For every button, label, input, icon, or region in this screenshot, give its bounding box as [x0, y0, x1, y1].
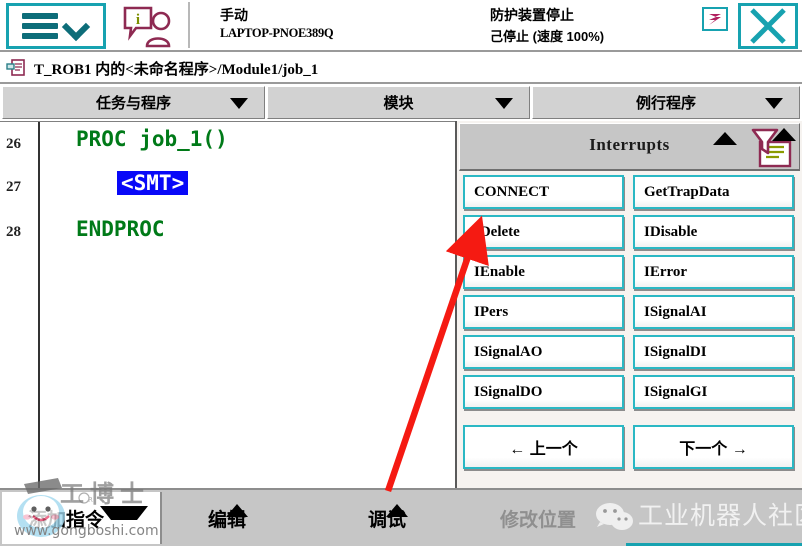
instruction-button-idelete[interactable]: IDelete — [463, 215, 624, 249]
selector-tab-bar: 任务与程序 模块 例行程序 — [0, 86, 802, 120]
instruction-button-isignalao[interactable]: ISignalAO — [463, 335, 624, 369]
info-operator-icon[interactable]: i — [120, 4, 182, 48]
instruction-button-isignaldo[interactable]: ISignalDO — [463, 375, 624, 409]
instruction-category-header[interactable]: Interrupts — [459, 123, 800, 171]
next-page-label: 下一个 → — [679, 441, 748, 458]
instruction-button-ierror[interactable]: IError — [633, 255, 794, 289]
instruction-button-idisable[interactable]: IDisable — [633, 215, 794, 249]
debug-menu-button[interactable]: 调试 — [368, 492, 409, 544]
flexpendant-screen: i 手动 LAPTOP-PNOE389Q 防护装置停止 己停止 (速度 100%… — [0, 0, 802, 546]
tab-routines[interactable]: 例行程序 — [532, 86, 800, 119]
instruction-label: IDelete — [474, 223, 520, 240]
caret-up-icon[interactable] — [772, 128, 796, 141]
title-bar: i 手动 LAPTOP-PNOE389Q 防护装置停止 己停止 (速度 100%… — [0, 0, 802, 52]
instruction-label: ISignalAI — [644, 303, 707, 320]
caret-up-icon[interactable] — [713, 132, 737, 145]
instruction-button-gettrapdata[interactable]: GetTrapData — [633, 175, 794, 209]
tab-label: 模块 — [383, 95, 414, 112]
caret-up-icon — [226, 504, 249, 517]
code-line-proc[interactable]: PROC job_1() — [76, 127, 228, 151]
instruction-label: IPers — [474, 303, 509, 320]
instruction-button-isignalai[interactable]: ISignalAI — [633, 295, 794, 329]
modify-position-button: 修改位置 — [500, 492, 576, 544]
caret-up-icon — [386, 504, 409, 517]
instruction-label: IDisable — [644, 223, 698, 240]
instruction-button-isignalgi[interactable]: ISignalGI — [633, 375, 794, 409]
edit-menu-button[interactable]: 编辑 — [208, 492, 249, 544]
chevron-down-icon — [64, 17, 90, 35]
instruction-label: ISignalDO — [474, 383, 543, 400]
instruction-label: ISignalGI — [644, 383, 708, 400]
instruction-label: ISignalAO — [474, 343, 543, 360]
tab-tasks-and-programs[interactable]: 任务与程序 — [2, 86, 265, 119]
instruction-button-connect[interactable]: CONNECT — [463, 175, 624, 209]
run-state: 己停止 (速度 100%) — [490, 29, 605, 44]
add-instruction-button[interactable]: 添加指令 — [2, 492, 162, 544]
instruction-label: IEnable — [474, 263, 525, 280]
breadcrumb-path: T_ROB1 内的<未命名程序>/Module1/job_1 — [34, 61, 319, 78]
instruction-button-isignaldi[interactable]: ISignalDI — [633, 335, 794, 369]
program-module-icon — [6, 58, 26, 78]
line-number-gutter: 26 27 28 — [0, 122, 40, 488]
task-status-icon[interactable] — [702, 7, 728, 31]
previous-page-button[interactable]: ← 上一个 — [463, 425, 624, 469]
line-number: 26 — [6, 136, 21, 152]
caret-down-icon — [230, 98, 248, 109]
instruction-label: ISignalDI — [644, 343, 707, 360]
tab-label: 例行程序 — [635, 95, 696, 112]
guard-state: 防护装置停止 — [490, 7, 574, 23]
category-title: Interrupts — [589, 135, 670, 154]
operating-mode: 手动 — [220, 7, 248, 23]
caret-down-icon — [765, 98, 783, 109]
caret-down-icon — [100, 506, 148, 520]
main-menu-button[interactable] — [6, 3, 106, 49]
hamburger-menu-icon — [22, 9, 58, 43]
bottom-toolbar: 添加指令 编辑 调试 修改位置 — [0, 488, 802, 546]
previous-page-label: ← 上一个 — [509, 441, 578, 458]
instruction-label: GetTrapData — [644, 183, 730, 200]
line-number: 28 — [6, 224, 21, 240]
instruction-picker-panel: Interrupts CONNECT GetTrapData IDelete I… — [455, 121, 802, 488]
program-code-editor[interactable]: 26 27 28 PROC job_1() <SMT> ENDPROC — [0, 121, 455, 488]
close-icon — [750, 8, 786, 44]
next-page-button[interactable]: 下一个 → — [633, 425, 794, 469]
instruction-button-ipers[interactable]: IPers — [463, 295, 624, 329]
caret-down-icon — [495, 98, 513, 109]
instruction-label: CONNECT — [474, 183, 550, 200]
tab-modules[interactable]: 模块 — [267, 86, 530, 119]
tab-label: 任务与程序 — [95, 95, 171, 112]
close-button[interactable] — [738, 3, 798, 49]
controller-name: LAPTOP-PNOE389Q — [220, 26, 334, 40]
modify-position-label: 修改位置 — [500, 509, 577, 531]
breadcrumb: T_ROB1 内的<未命名程序>/Module1/job_1 — [0, 54, 802, 84]
instruction-label: IError — [644, 263, 688, 280]
add-instruction-label: 添加指令 — [28, 509, 105, 531]
line-number: 27 — [6, 179, 21, 195]
svg-text:i: i — [136, 12, 140, 28]
instruction-button-ienable[interactable]: IEnable — [463, 255, 624, 289]
status-area: 手动 LAPTOP-PNOE389Q 防护装置停止 己停止 (速度 100%) — [188, 2, 748, 48]
code-line-selected[interactable]: <SMT> — [117, 171, 189, 195]
code-line-endproc[interactable]: ENDPROC — [76, 217, 165, 241]
